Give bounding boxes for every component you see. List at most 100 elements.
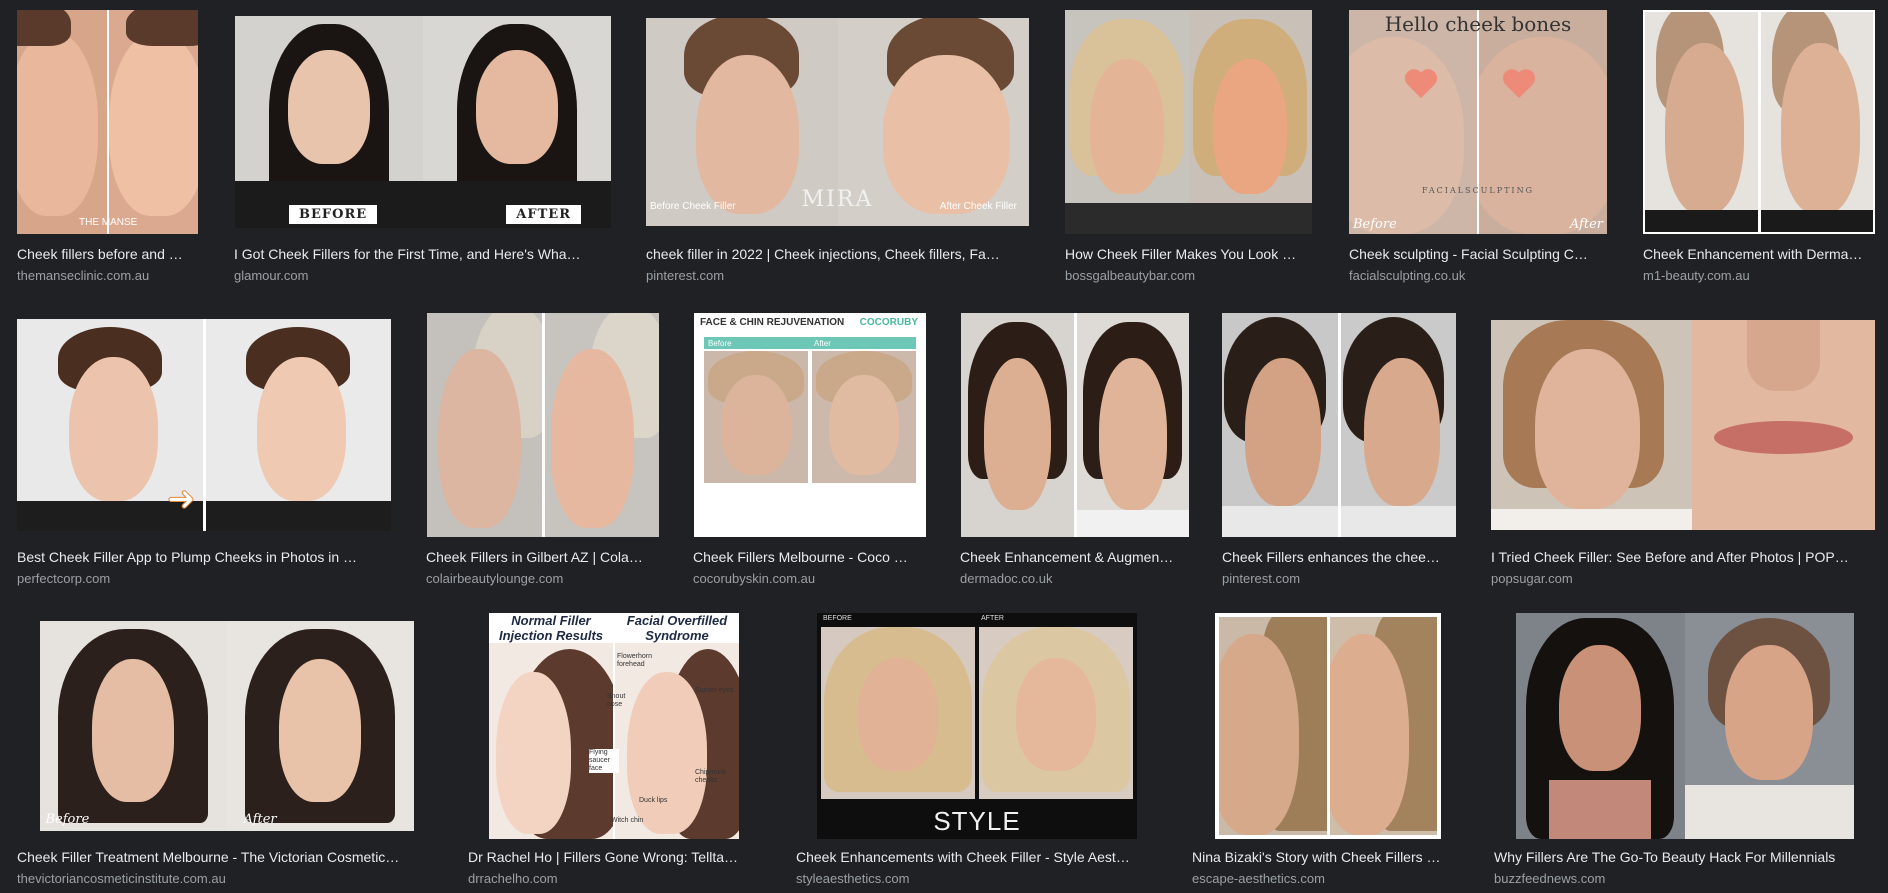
result-source[interactable]: colairbeautylounge.com: [426, 570, 660, 588]
before-label: BEFORE: [289, 205, 378, 224]
results-row-1: THE MANSE Cheek fillers before and … the…: [0, 0, 1888, 303]
result-thumbnail[interactable]: BEFORE AFTER STYLE: [817, 613, 1137, 839]
after-label: AFTER: [981, 615, 1004, 622]
result-card[interactable]: ➜ Best Cheek Filler App to Plump Cheeks …: [17, 303, 391, 606]
image-heading: FACE & CHIN REJUVENATION: [700, 317, 845, 328]
result-card[interactable]: Cheek Enhancement with Derma… m1-beauty.…: [1643, 0, 1875, 303]
result-card[interactable]: Cheek Fillers in Gilbert AZ | Cola… cola…: [426, 303, 660, 606]
result-source[interactable]: m1-beauty.com.au: [1643, 267, 1875, 285]
watermark-text: THE MANSE: [79, 217, 138, 228]
result-thumbnail[interactable]: [1222, 313, 1456, 537]
after-label: After Cheek Filler: [939, 201, 1017, 212]
result-source[interactable]: facialsculpting.co.uk: [1349, 267, 1607, 285]
result-source[interactable]: pinterest.com: [1222, 570, 1456, 588]
after-label: AFTER: [506, 205, 581, 224]
result-thumbnail[interactable]: [427, 313, 659, 537]
result-source[interactable]: styleaesthetics.com: [796, 870, 1158, 888]
result-title[interactable]: Cheek Fillers in Gilbert AZ | Cola…: [426, 547, 660, 567]
result-title[interactable]: Cheek Enhancement with Derma…: [1643, 244, 1875, 264]
result-thumbnail[interactable]: [1515, 613, 1854, 839]
result-thumbnail[interactable]: Hello cheek bones FACIALSCULPTING Before…: [1349, 10, 1607, 234]
after-label: After: [1569, 217, 1603, 232]
result-card[interactable]: THE MANSE Cheek fillers before and … the…: [17, 0, 198, 303]
result-card[interactable]: How Cheek Filler Makes You Look … bossga…: [1065, 0, 1312, 303]
result-card[interactable]: Hello cheek bones FACIALSCULPTING Before…: [1349, 0, 1607, 303]
result-card[interactable]: Normal Filler Injection Results Facial O…: [468, 606, 760, 893]
result-source[interactable]: buzzfeednews.com: [1494, 870, 1875, 888]
result-thumbnail[interactable]: ➜: [17, 319, 391, 531]
result-source[interactable]: themanseclinic.com.au: [17, 267, 198, 285]
result-thumbnail[interactable]: [1065, 10, 1312, 234]
result-source[interactable]: bossgalbeautybar.com: [1065, 267, 1312, 285]
brand-watermark: FACIALSCULPTING: [1422, 186, 1534, 195]
result-source[interactable]: thevictoriancosmeticinstitute.com.au: [17, 870, 436, 888]
result-title[interactable]: How Cheek Filler Makes You Look …: [1065, 244, 1312, 264]
before-after-bar: Before After: [704, 337, 916, 349]
after-label: After: [814, 338, 831, 348]
result-thumbnail[interactable]: Before After: [39, 621, 414, 831]
image-heading: Hello cheek bones: [1384, 12, 1572, 36]
arrow-icon: ➜: [167, 480, 196, 519]
result-thumbnail[interactable]: Before Cheek Filler MIRA After Cheek Fil…: [646, 18, 1029, 226]
brand-logo: COCORUBY: [859, 317, 918, 328]
result-title[interactable]: I Got Cheek Fillers for the First Time, …: [234, 244, 612, 264]
after-label: After: [243, 812, 277, 827]
right-heading: Facial Overfilled Syndrome: [615, 613, 739, 643]
result-source[interactable]: pinterest.com: [646, 267, 1029, 285]
result-title[interactable]: Cheek Filler Treatment Melbourne - The V…: [17, 847, 436, 867]
diagram-label: Flying saucer face: [589, 749, 619, 773]
result-title[interactable]: Best Cheek Filler App to Plump Cheeks in…: [17, 547, 391, 567]
result-card[interactable]: Before Cheek Filler MIRA After Cheek Fil…: [646, 0, 1029, 303]
diagram-label: Witch chin: [611, 817, 644, 824]
result-source[interactable]: cocorubyskin.com.au: [693, 570, 927, 588]
result-title[interactable]: Cheek Enhancements with Cheek Filler - S…: [796, 847, 1158, 867]
result-card[interactable]: Cheek Enhancement & Augmen… dermadoc.co.…: [960, 303, 1190, 606]
result-title[interactable]: Cheek sculpting - Facial Sculpting C…: [1349, 244, 1607, 264]
result-thumbnail[interactable]: [961, 313, 1189, 537]
before-label: BEFORE: [823, 615, 852, 622]
result-source[interactable]: glamour.com: [234, 267, 612, 285]
results-row-2: ➜ Best Cheek Filler App to Plump Cheeks …: [0, 303, 1888, 606]
result-card[interactable]: BEFORE AFTER STYLE Cheek Enhancements wi…: [796, 606, 1158, 893]
diagram-label: Flowerhorn forehead: [617, 653, 653, 668]
result-card[interactable]: Nina Bizaki's Story with Cheek Fillers ……: [1192, 606, 1464, 893]
diagram-label: Sunset eyes: [695, 687, 734, 694]
result-thumbnail[interactable]: THE MANSE: [17, 10, 198, 234]
result-thumbnail[interactable]: BEFORE AFTER: [235, 16, 611, 228]
result-card[interactable]: Why Fillers Are The Go-To Beauty Hack Fo…: [1494, 606, 1875, 893]
before-label: Before: [45, 812, 90, 827]
result-source[interactable]: drrachelho.com: [468, 870, 760, 888]
left-heading: Normal Filler Injection Results: [489, 613, 613, 643]
result-thumbnail[interactable]: [1643, 10, 1875, 234]
result-title[interactable]: Why Fillers Are The Go-To Beauty Hack Fo…: [1494, 847, 1875, 867]
result-title[interactable]: Cheek Enhancement & Augmen…: [960, 547, 1190, 567]
result-card[interactable]: FACE & CHIN REJUVENATION COCORUBY Before…: [693, 303, 927, 606]
results-row-3: Before After Cheek Filler Treatment Melb…: [0, 606, 1888, 893]
result-card[interactable]: BEFORE AFTER I Got Cheek Fillers for the…: [234, 0, 612, 303]
result-card[interactable]: Cheek Fillers enhances the chee… pintere…: [1222, 303, 1456, 606]
diagram-label: Chipmunk cheeks: [695, 769, 727, 784]
result-title[interactable]: Cheek Fillers enhances the chee…: [1222, 547, 1456, 567]
result-thumbnail[interactable]: [1491, 320, 1875, 530]
before-label: Before: [708, 338, 732, 348]
image-results-grid: THE MANSE Cheek fillers before and … the…: [0, 0, 1888, 893]
result-thumbnail[interactable]: FACE & CHIN REJUVENATION COCORUBY Before…: [694, 313, 926, 537]
result-source[interactable]: popsugar.com: [1491, 570, 1875, 588]
diagram-label: Snout nose: [607, 693, 626, 708]
result-card[interactable]: I Tried Cheek Filler: See Before and Aft…: [1491, 303, 1875, 606]
result-title[interactable]: cheek filler in 2022 | Cheek injections,…: [646, 244, 1029, 264]
result-thumbnail[interactable]: Normal Filler Injection Results Facial O…: [489, 613, 739, 839]
result-source[interactable]: dermadoc.co.uk: [960, 570, 1190, 588]
result-title[interactable]: Nina Bizaki's Story with Cheek Fillers …: [1192, 847, 1464, 867]
result-source[interactable]: escape-aesthetics.com: [1192, 870, 1464, 888]
result-title[interactable]: Cheek Fillers Melbourne - Coco …: [693, 547, 927, 567]
result-title[interactable]: Dr Rachel Ho | Fillers Gone Wrong: Tellt…: [468, 847, 760, 867]
diagram-label: Duck lips: [639, 797, 668, 804]
result-title[interactable]: I Tried Cheek Filler: See Before and Aft…: [1491, 547, 1875, 567]
result-title[interactable]: Cheek fillers before and …: [17, 244, 198, 264]
before-label: Before: [1353, 217, 1397, 232]
result-thumbnail[interactable]: [1215, 613, 1441, 839]
result-source[interactable]: perfectcorp.com: [17, 570, 391, 588]
result-card[interactable]: Before After Cheek Filler Treatment Melb…: [17, 606, 436, 893]
brand-watermark: STYLE: [933, 806, 1021, 836]
